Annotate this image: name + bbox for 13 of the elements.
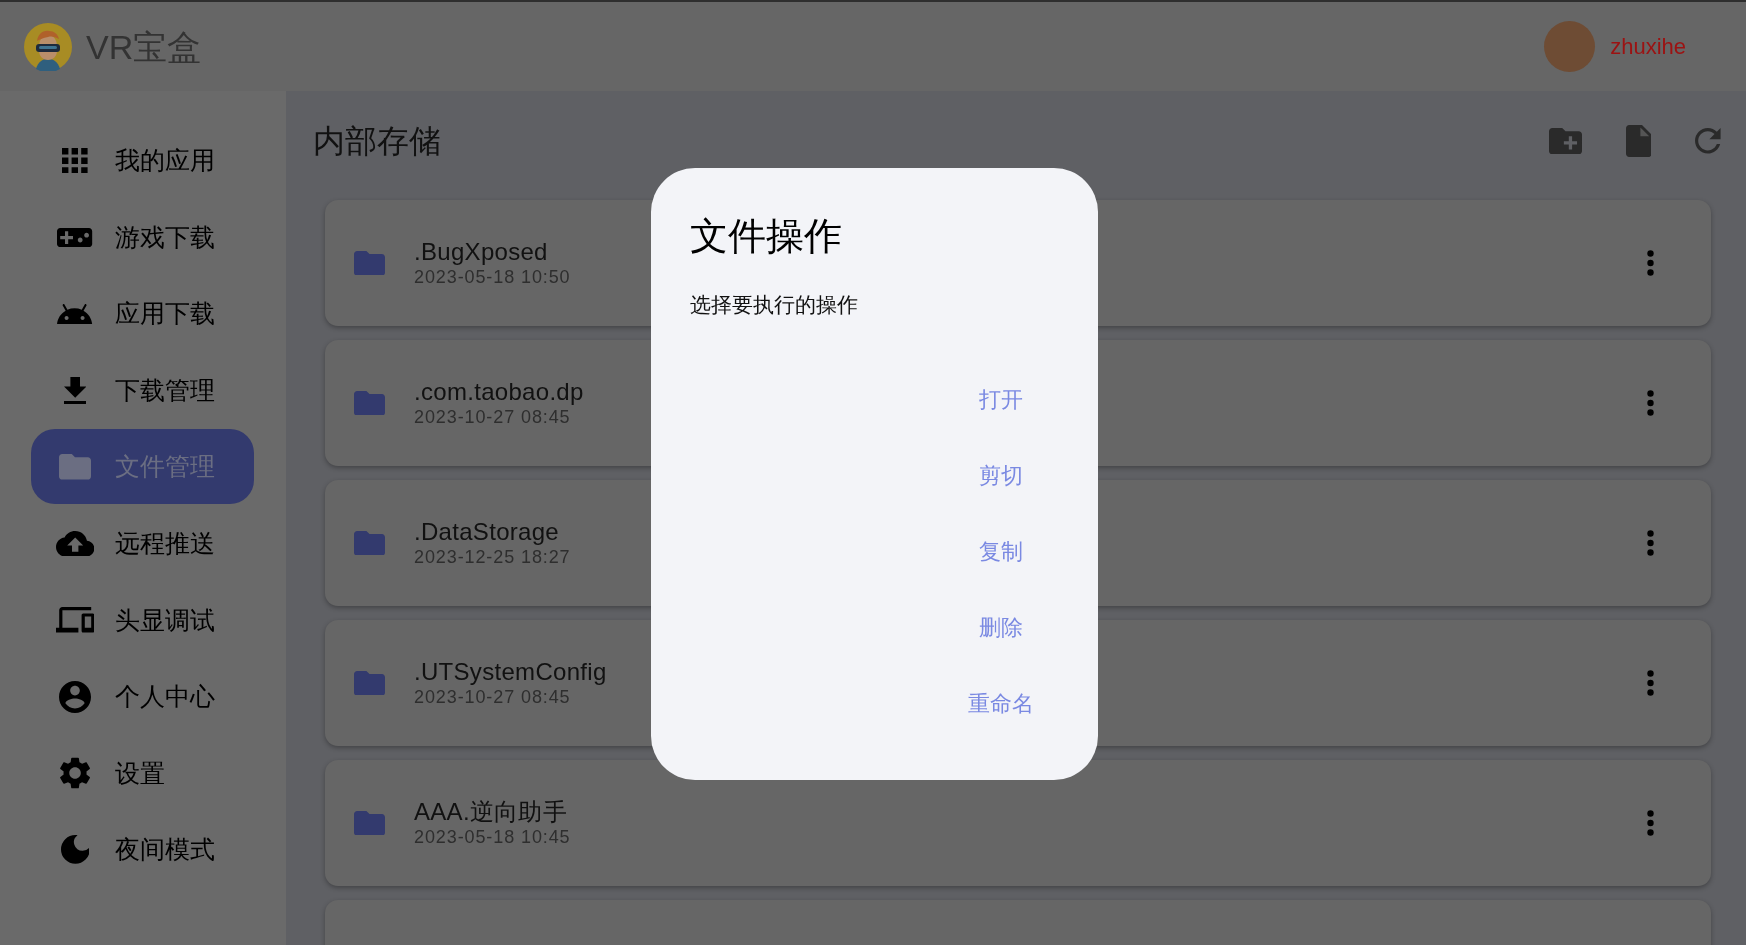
dialog-title: 文件操作 <box>690 214 843 259</box>
page-title: 内部存储 <box>313 122 441 161</box>
file-name: AAA.逆向助手 <box>414 798 568 826</box>
file-date: 2023-10-27 08:45 <box>414 406 571 428</box>
file-name: .com.taobao.dp <box>414 378 584 406</box>
file-name: .BugXposed <box>414 238 548 266</box>
file-name: .DataStorage <box>414 518 560 546</box>
file-date: 2023-12-25 18:27 <box>414 546 571 568</box>
file-date: 2023-10-27 08:45 <box>414 686 571 708</box>
file-date: 2023-05-18 10:50 <box>414 266 571 288</box>
file-name: .UTSystemConfig <box>414 658 607 686</box>
dialog-message: 选择要执行的操作 <box>690 292 859 318</box>
file-date: 2023-05-18 10:45 <box>414 826 571 848</box>
